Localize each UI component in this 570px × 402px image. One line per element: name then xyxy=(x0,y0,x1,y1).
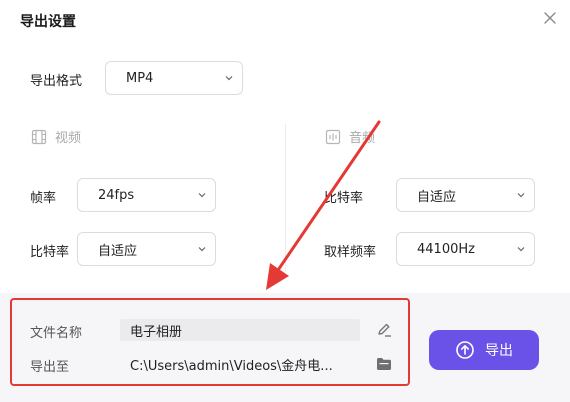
audio-section-label: 音频 xyxy=(349,131,376,146)
upload-icon xyxy=(456,341,474,359)
audio-wave-icon xyxy=(325,129,341,144)
path-label: 导出至 xyxy=(30,360,70,375)
video-bitrate-label: 比特率 xyxy=(30,245,70,260)
audio-section-header: 音频 xyxy=(325,127,375,146)
chevron-down-icon xyxy=(517,193,525,198)
sample-rate-value: 44100Hz xyxy=(417,241,475,257)
frame-rate-value: 24fps xyxy=(98,187,135,203)
export-button[interactable]: 导出 xyxy=(429,330,539,370)
film-icon xyxy=(31,129,47,144)
video-bitrate-value: 自适应 xyxy=(98,243,138,259)
close-icon[interactable] xyxy=(541,9,559,27)
pencil-icon[interactable] xyxy=(375,321,393,339)
format-label: 导出格式 xyxy=(30,74,83,89)
audio-bitrate-value: 自适应 xyxy=(417,189,457,205)
folder-icon[interactable] xyxy=(375,355,393,373)
sample-rate-label: 取样频率 xyxy=(324,245,377,260)
filename-value: 电子相册 xyxy=(130,324,183,340)
video-section-label: 视频 xyxy=(55,131,82,146)
section-divider xyxy=(285,124,286,272)
audio-bitrate-select[interactable]: 自适应 xyxy=(396,178,535,212)
chevron-down-icon xyxy=(198,247,206,252)
video-bitrate-select[interactable]: 自适应 xyxy=(77,232,216,266)
frame-rate-select[interactable]: 24fps xyxy=(77,178,216,212)
dialog-title: 导出设置 xyxy=(20,14,76,30)
sample-rate-select[interactable]: 44100Hz xyxy=(396,232,535,266)
export-settings-dialog: 导出设置 导出格式 MP4 视频 音频 帧率 24fps 比特率 自适应 比特率… xyxy=(0,0,570,402)
chevron-down-icon xyxy=(225,76,233,81)
filename-label: 文件名称 xyxy=(30,326,83,341)
video-section-header: 视频 xyxy=(31,127,81,146)
export-button-label: 导出 xyxy=(485,343,513,359)
format-select[interactable]: MP4 xyxy=(105,61,243,95)
chevron-down-icon xyxy=(198,193,206,198)
filename-input[interactable]: 电子相册 xyxy=(120,319,360,341)
output-path: C:\Users\admin\Videos\金舟电... xyxy=(130,359,333,374)
chevron-down-icon xyxy=(517,247,525,252)
format-select-value: MP4 xyxy=(126,70,154,86)
frame-rate-label: 帧率 xyxy=(30,191,57,206)
audio-bitrate-label: 比特率 xyxy=(324,191,364,206)
